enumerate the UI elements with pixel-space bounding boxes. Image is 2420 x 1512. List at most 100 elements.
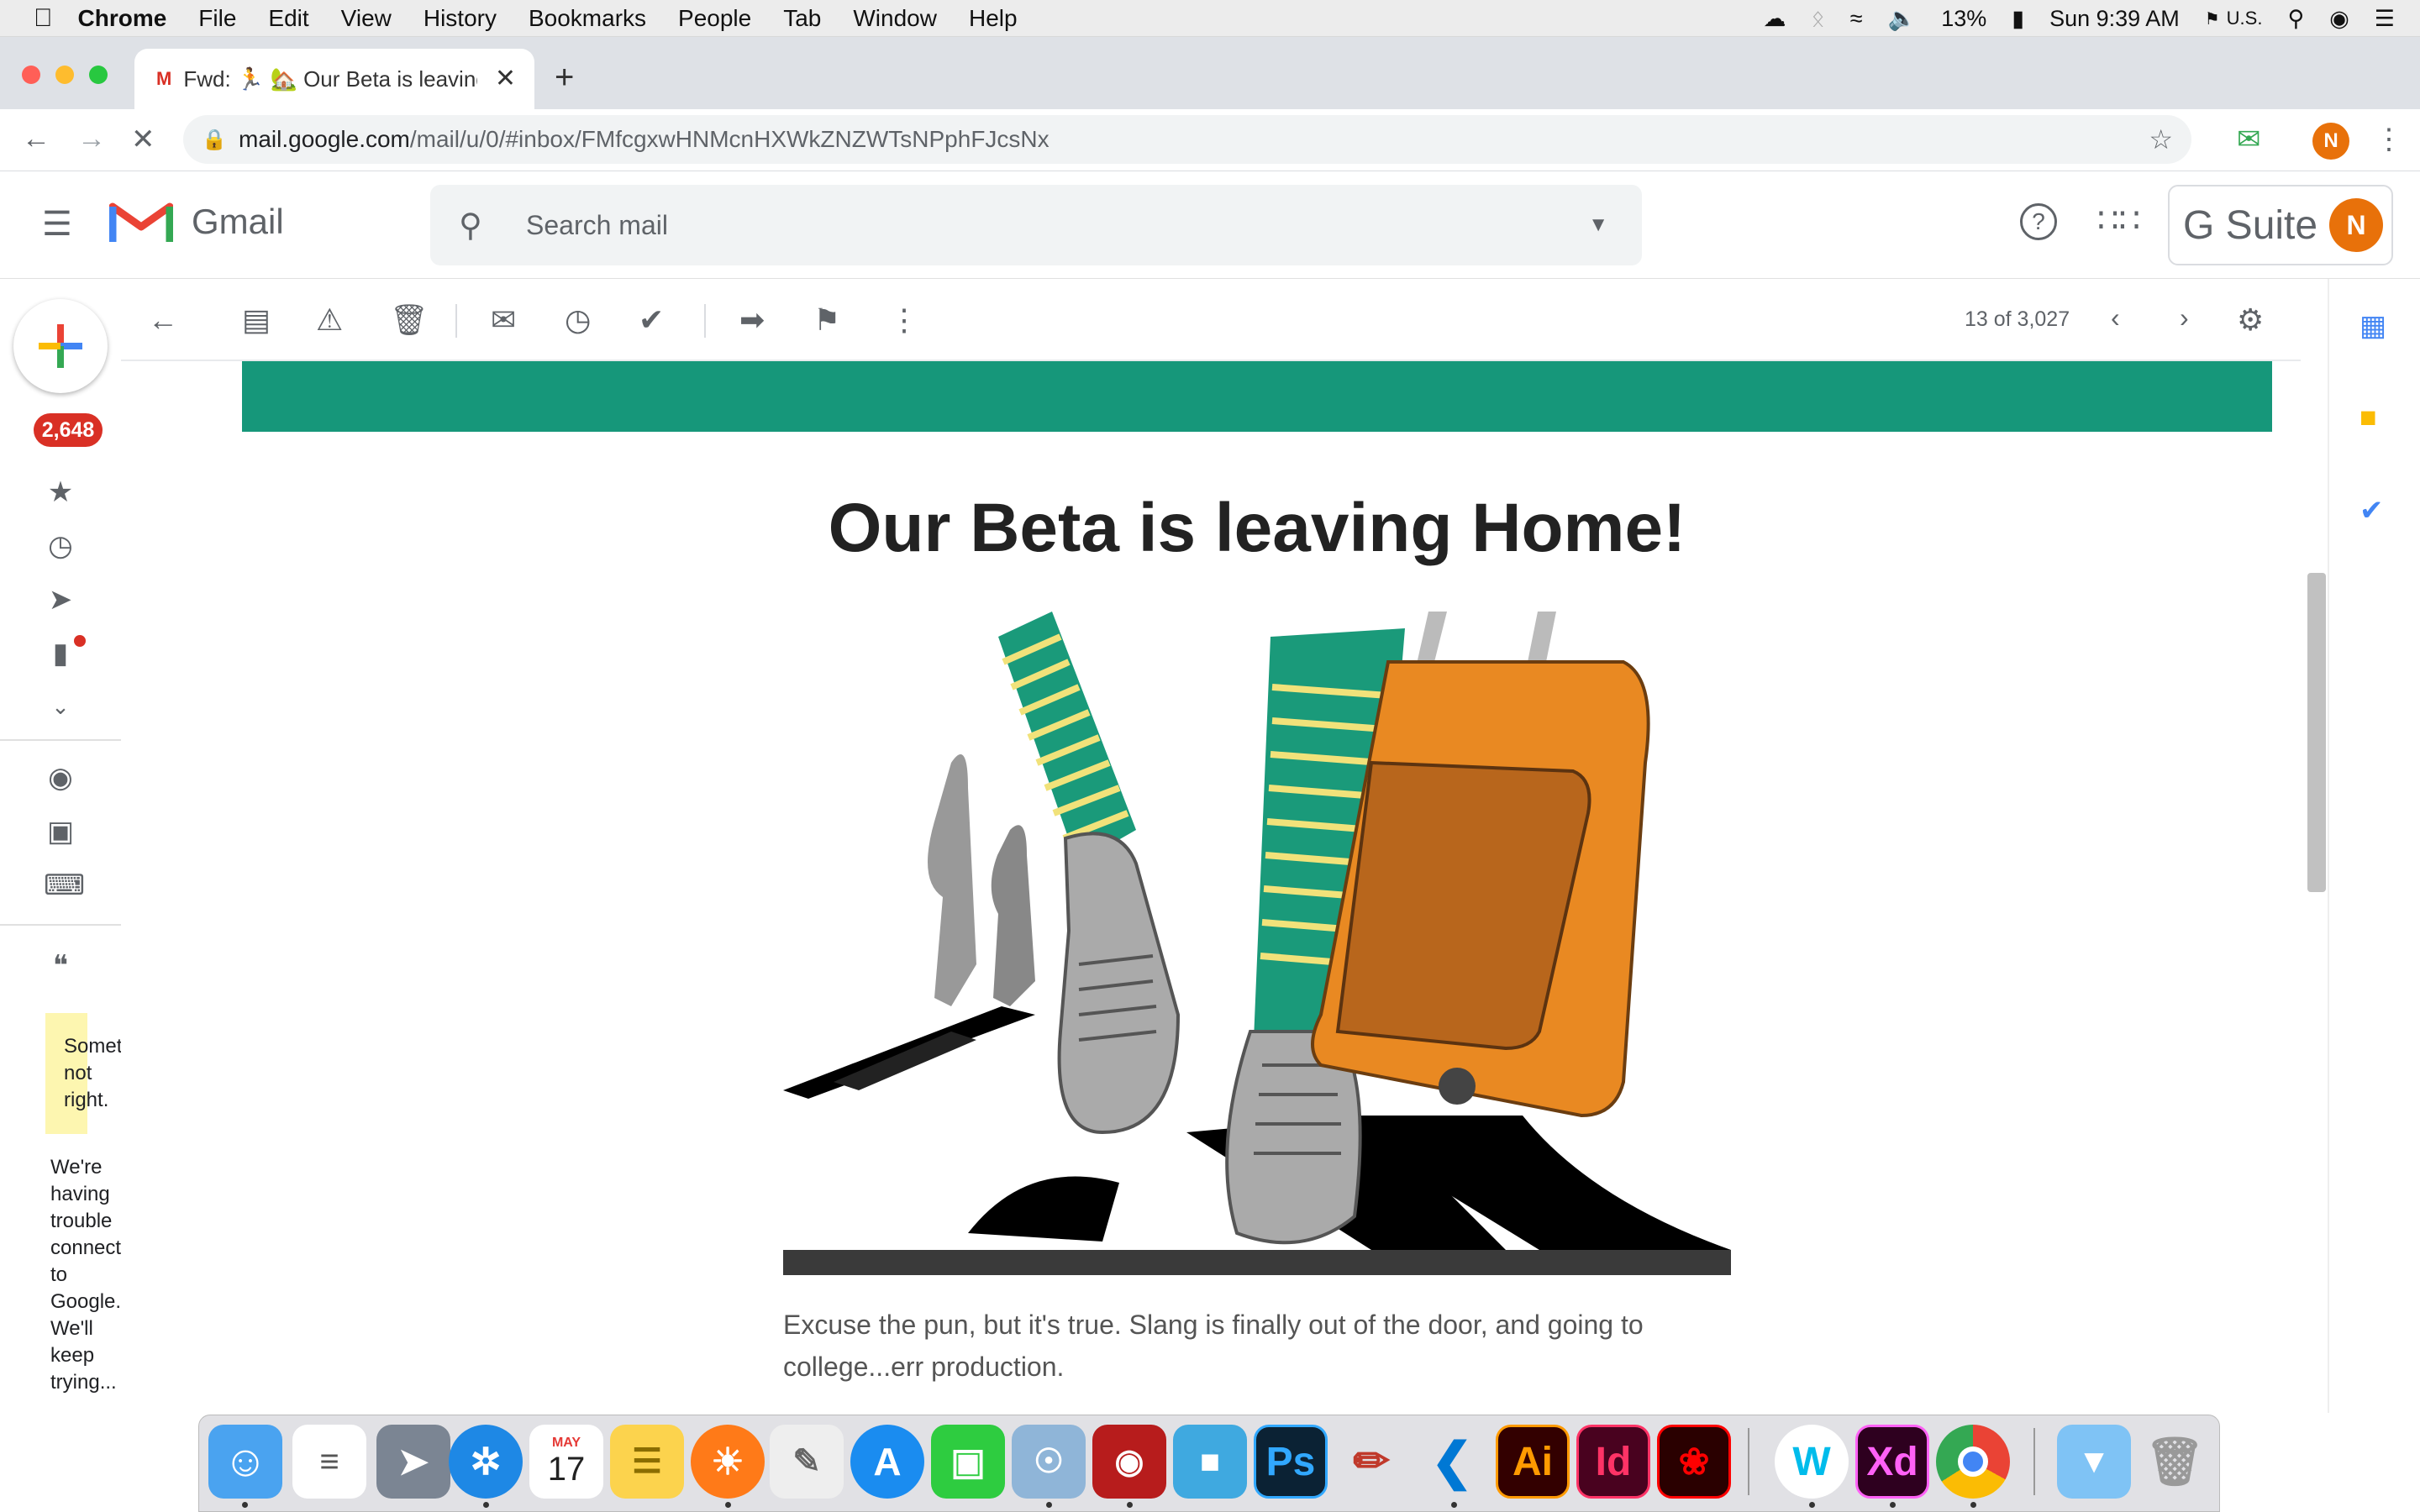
battery-icon[interactable]: ▮: [2012, 6, 2024, 32]
drafts-icon[interactable]: ▮: [44, 637, 77, 670]
tab-close-icon[interactable]: ✕: [495, 64, 516, 93]
firefox-icon[interactable]: ☀: [691, 1425, 765, 1499]
tab-gmail[interactable]: M Fwd: 🏃 🏡 Our Beta is leaving ✕: [134, 49, 534, 109]
help-icon[interactable]: ?: [2020, 203, 2057, 240]
pencil-icon[interactable]: ✏: [1334, 1425, 1408, 1499]
menu-window[interactable]: Window: [853, 5, 937, 32]
more-actions-icon[interactable]: ⋮: [889, 302, 919, 338]
delete-icon[interactable]: 🗑: [390, 302, 429, 338]
flag-icon[interactable]: ⚑: [2205, 8, 2220, 29]
keep-addon-icon[interactable]: ■: [2360, 402, 2377, 434]
menu-app-name[interactable]: Chrome: [78, 5, 167, 32]
back-icon[interactable]: ←: [22, 123, 50, 155]
stop-loading-icon[interactable]: ✕: [131, 123, 155, 156]
tasks-addon-icon[interactable]: ✔: [2360, 494, 2384, 528]
siri-icon[interactable]: ◉: [2329, 6, 2349, 32]
chrome-menu-icon[interactable]: ⋮: [2375, 123, 2403, 156]
search-input[interactable]: ⚲ Search mail ▼: [430, 185, 1642, 265]
settings-gear-icon[interactable]: ⚙: [2237, 302, 2264, 338]
gsuite-account-switcher[interactable]: G Suite N: [2168, 185, 2393, 265]
starred-icon[interactable]: ★: [44, 475, 77, 509]
sent-icon[interactable]: ➤: [44, 583, 77, 617]
bluetooth-icon[interactable]: ᛟ: [1812, 6, 1825, 32]
webex-icon[interactable]: W: [1775, 1425, 1849, 1499]
add-to-tasks-icon[interactable]: ✔: [639, 302, 664, 338]
xd-icon[interactable]: Xd: [1855, 1425, 1929, 1499]
menu-people[interactable]: People: [678, 5, 751, 32]
close-window-button[interactable]: [22, 66, 40, 84]
move-to-icon[interactable]: ➡: [739, 302, 765, 338]
finder-icon[interactable]: ☺: [208, 1425, 282, 1499]
meet-video-icon[interactable]: ▣: [44, 815, 77, 848]
newer-message-icon[interactable]: ‹: [2111, 302, 2120, 333]
keyboard-icon[interactable]: ⌨: [44, 869, 85, 902]
facetime-icon[interactable]: ▣: [931, 1425, 1005, 1499]
content-scrollbar[interactable]: [2307, 573, 2326, 892]
extension-icon[interactable]: ✉: [2237, 123, 2261, 156]
older-message-icon[interactable]: ›: [2180, 302, 2189, 333]
preview-icon[interactable]: ☉: [1012, 1425, 1086, 1499]
url-host: mail.google.com: [239, 126, 410, 152]
reminders-icon[interactable]: ≡: [292, 1425, 366, 1499]
volume-icon[interactable]: 🔈: [1888, 5, 1917, 32]
snoozed-icon[interactable]: ◷: [44, 529, 77, 563]
calendar-addon-icon[interactable]: ▦: [2360, 309, 2386, 343]
notes-icon[interactable]: ☰: [610, 1425, 684, 1499]
menu-tab[interactable]: Tab: [783, 5, 821, 32]
label-icon[interactable]: ⚑: [813, 302, 840, 338]
compose-button[interactable]: [13, 299, 108, 393]
apps-grid-icon[interactable]: ∷∷: [2097, 202, 2140, 240]
inbox-unread-badge[interactable]: 2,648: [34, 413, 103, 447]
safari-icon[interactable]: ✲: [449, 1425, 523, 1499]
snooze-icon[interactable]: ◷: [565, 302, 591, 338]
chrome-profile-avatar[interactable]: N: [2312, 123, 2349, 160]
spotlight-icon[interactable]: ⚲: [2287, 6, 2304, 32]
zoom-window-button[interactable]: [89, 66, 108, 84]
sublime-icon[interactable]: ■: [1173, 1425, 1247, 1499]
menu-view[interactable]: View: [341, 5, 392, 32]
gmail-logo[interactable]: Gmail: [109, 198, 284, 245]
battery-percent[interactable]: 13%: [1941, 6, 1986, 32]
calendar-icon[interactable]: MAY 17: [529, 1425, 603, 1499]
photoshop-icon[interactable]: Ps: [1254, 1425, 1328, 1499]
clock[interactable]: Sun 9:39 AM: [2049, 6, 2180, 32]
chat-icon[interactable]: ◉: [44, 761, 77, 795]
menu-bookmarks[interactable]: Bookmarks: [529, 5, 646, 32]
menu-file[interactable]: File: [198, 5, 236, 32]
downloads-folder-icon[interactable]: ▼: [2057, 1425, 2131, 1499]
app-store-icon[interactable]: A: [850, 1425, 924, 1499]
textedit-icon[interactable]: ✎: [770, 1425, 844, 1499]
menu-history[interactable]: History: [424, 5, 497, 32]
more-chevron-icon[interactable]: ⌄: [44, 694, 77, 720]
input-source[interactable]: U.S.: [2227, 8, 2263, 29]
trash-icon[interactable]: 🗑: [2138, 1425, 2212, 1499]
bookmark-star-icon[interactable]: ☆: [2149, 123, 2173, 155]
report-spam-icon[interactable]: ⚠: [316, 302, 343, 338]
address-bar[interactable]: 🔒 mail.google.com/mail/u/0/#inbox/FMfcgx…: [183, 115, 2191, 164]
account-avatar[interactable]: N: [2329, 198, 2383, 252]
illustrator-icon[interactable]: Ai: [1496, 1425, 1570, 1499]
mark-unread-icon[interactable]: ✉: [491, 302, 516, 338]
main-menu-icon[interactable]: ☰: [42, 205, 72, 244]
vscode-icon[interactable]: ❮: [1415, 1425, 1489, 1499]
dock-separator: [1748, 1428, 1749, 1495]
menu-edit[interactable]: Edit: [268, 5, 308, 32]
hangouts-icon[interactable]: ❝: [44, 949, 77, 983]
acrobat-icon[interactable]: ❀: [1657, 1425, 1731, 1499]
indesign-icon[interactable]: Id: [1576, 1425, 1650, 1499]
back-to-inbox-icon[interactable]: ←: [148, 302, 178, 338]
launchpad-icon[interactable]: ➤: [376, 1425, 450, 1499]
photo-booth-icon[interactable]: ◉: [1092, 1425, 1166, 1499]
menu-help[interactable]: Help: [969, 5, 1018, 32]
archive-icon[interactable]: ▤: [242, 302, 271, 338]
new-tab-button[interactable]: +: [555, 59, 574, 97]
creative-cloud-icon[interactable]: ☁: [1764, 6, 1786, 32]
apple-icon[interactable]: : [34, 4, 53, 33]
search-icon[interactable]: ⚲: [459, 207, 482, 244]
wifi-icon[interactable]: ≈: [1850, 6, 1863, 32]
chrome-icon[interactable]: [1936, 1425, 2010, 1499]
notification-center-icon[interactable]: ☰: [2375, 6, 2395, 32]
forward-icon[interactable]: →: [77, 123, 106, 155]
search-options-icon[interactable]: ▼: [1588, 213, 1608, 237]
minimize-window-button[interactable]: [55, 66, 74, 84]
